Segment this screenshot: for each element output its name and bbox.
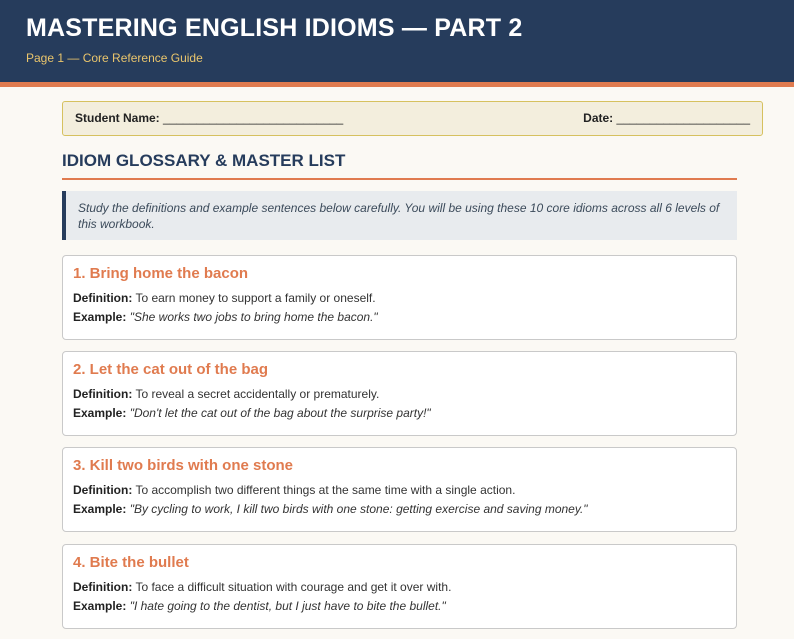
definition-label: Definition: xyxy=(73,387,133,401)
example-label: Example: xyxy=(73,406,127,420)
example-text: "Don't let the cat out of the bag about … xyxy=(129,406,431,420)
example-label: Example: xyxy=(73,310,127,324)
definition-label: Definition: xyxy=(73,291,133,305)
example-label: Example: xyxy=(73,502,127,516)
idiom-card: 3. Kill two birds with one stone Definit… xyxy=(62,447,737,532)
page-subtitle: Page 1 — Core Reference Guide xyxy=(26,51,203,65)
idiom-definition: Definition: To earn money to support a f… xyxy=(73,291,376,305)
idiom-title: 2. Let the cat out of the bag xyxy=(73,361,269,378)
page-title: MASTERING ENGLISH IDIOMS — PART 2 xyxy=(26,14,523,42)
idiom-definition: Definition: To accomplish two different … xyxy=(73,483,515,497)
idiom-example: Example: "By cycling to work, I kill two… xyxy=(73,502,588,516)
idiom-definition: Definition: To face a difficult situatio… xyxy=(73,580,451,594)
student-name-label: Student Name: xyxy=(75,111,160,125)
idiom-card: 1. Bring home the bacon Definition: To e… xyxy=(62,255,737,340)
example-text: "I hate going to the dentist, but I just… xyxy=(129,599,446,613)
idiom-card: 4. Bite the bullet Definition: To face a… xyxy=(62,544,737,629)
student-info-bar: Student Name: __________________________… xyxy=(62,101,763,136)
idiom-title: 1. Bring home the bacon xyxy=(73,265,249,282)
example-label: Example: xyxy=(73,599,127,613)
definition-text: To face a difficult situation with coura… xyxy=(135,580,452,594)
example-text: "She works two jobs to bring home the ba… xyxy=(129,310,378,324)
instructions-text: Study the definitions and example senten… xyxy=(78,201,720,231)
date-field[interactable]: Date: ____________________ xyxy=(583,111,750,125)
section-divider xyxy=(62,178,737,180)
student-name-blank[interactable]: ___________________________ xyxy=(160,111,343,125)
definition-label: Definition: xyxy=(73,580,133,594)
idiom-title: 4. Bite the bullet xyxy=(73,554,189,571)
definition-label: Definition: xyxy=(73,483,133,497)
idiom-example: Example: "She works two jobs to bring ho… xyxy=(73,310,378,324)
example-text: "By cycling to work, I kill two birds wi… xyxy=(129,502,588,516)
definition-text: To accomplish two different things at th… xyxy=(135,483,516,497)
date-label: Date: xyxy=(583,111,614,125)
student-name-field[interactable]: Student Name: __________________________… xyxy=(75,111,343,125)
date-blank[interactable]: ____________________ xyxy=(613,111,750,125)
idiom-definition: Definition: To reveal a secret accidenta… xyxy=(73,387,379,401)
idiom-title: 3. Kill two birds with one stone xyxy=(73,457,294,474)
header-accent-stripe xyxy=(0,82,794,87)
definition-text: To reveal a secret accidentally or prema… xyxy=(135,387,380,401)
section-title: IDIOM GLOSSARY & MASTER LIST xyxy=(62,151,346,170)
definition-text: To earn money to support a family or one… xyxy=(135,291,376,305)
idiom-example: Example: "Don't let the cat out of the b… xyxy=(73,406,431,420)
idiom-example: Example: "I hate going to the dentist, b… xyxy=(73,599,446,613)
instructions-box: Study the definitions and example senten… xyxy=(62,191,737,240)
idiom-card: 2. Let the cat out of the bag Definition… xyxy=(62,351,737,436)
page-header: MASTERING ENGLISH IDIOMS — PART 2 Page 1… xyxy=(0,0,794,82)
